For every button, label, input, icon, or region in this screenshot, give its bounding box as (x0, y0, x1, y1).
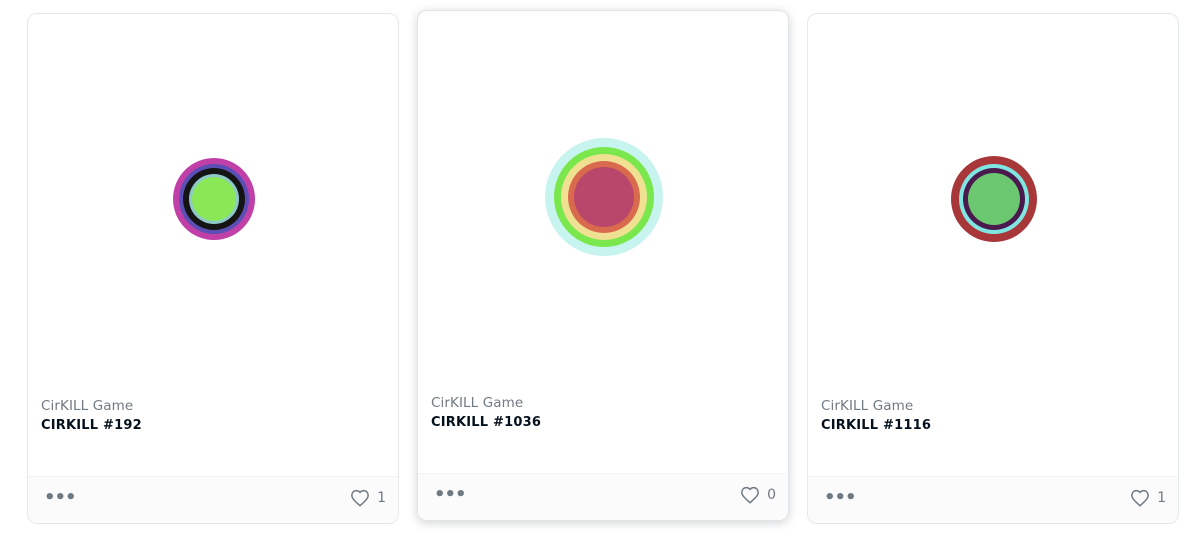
collection-name[interactable]: CirKILL Game (821, 398, 913, 414)
nft-artwork[interactable] (28, 14, 398, 384)
card-footer: ••• 1 (28, 476, 398, 523)
concentric-circles-image (951, 156, 1037, 242)
like-count: 1 (1157, 490, 1166, 506)
more-options-icon[interactable]: ••• (434, 486, 467, 504)
like-button[interactable]: 0 (740, 486, 776, 504)
concentric-circles-image (545, 138, 663, 256)
nft-card-grid: CirKILL Game CIRKILL #192 ••• 1 CirKILL … (0, 0, 1200, 547)
like-button[interactable]: 1 (1130, 489, 1166, 507)
ring-3 (968, 173, 1020, 225)
more-options-icon[interactable]: ••• (824, 489, 857, 507)
card-footer: ••• 1 (808, 476, 1178, 523)
nft-artwork[interactable] (418, 11, 788, 381)
nft-card[interactable]: CirKILL Game CIRKILL #1036 ••• 0 (417, 10, 789, 521)
nft-artwork[interactable] (808, 14, 1178, 384)
nft-card[interactable]: CirKILL Game CIRKILL #192 ••• 1 (27, 13, 399, 524)
more-options-icon[interactable]: ••• (44, 489, 77, 507)
like-button[interactable]: 1 (350, 489, 386, 507)
heart-icon (351, 489, 369, 507)
heart-icon (1131, 489, 1149, 507)
like-count: 0 (767, 487, 776, 503)
ring-4 (574, 167, 634, 227)
collection-name[interactable]: CirKILL Game (431, 395, 523, 411)
token-name: CIRKILL #1116 (821, 418, 932, 433)
concentric-circles-image (173, 158, 255, 240)
collection-name[interactable]: CirKILL Game (41, 398, 133, 414)
card-footer: ••• 0 (418, 473, 788, 520)
like-count: 1 (377, 490, 386, 506)
ring-4 (192, 177, 236, 221)
heart-icon (741, 486, 759, 504)
token-name: CIRKILL #192 (41, 418, 142, 433)
token-name: CIRKILL #1036 (431, 415, 542, 430)
nft-card[interactable]: CirKILL Game CIRKILL #1116 ••• 1 (807, 13, 1179, 524)
